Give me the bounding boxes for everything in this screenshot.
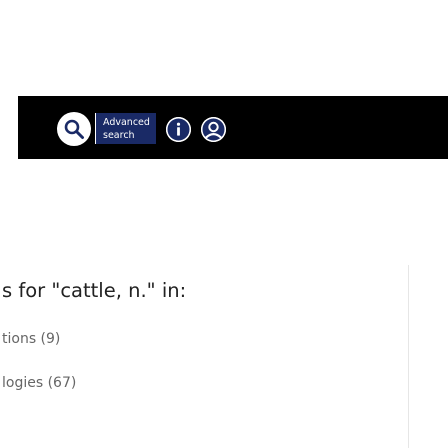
search-icon	[64, 119, 84, 139]
facet-link-2[interactable]: logies (67)	[2, 375, 76, 391]
user-account-button[interactable]	[201, 117, 226, 142]
search-button[interactable]	[57, 112, 91, 146]
info-icon	[166, 117, 191, 142]
advanced-search-line2: search	[103, 130, 135, 141]
advanced-search-line1: Advanced	[103, 117, 150, 128]
info-button[interactable]	[166, 117, 191, 142]
site-header: Advanced search	[0, 0, 448, 231]
user-icon	[201, 117, 226, 142]
facet-link-1[interactable]: tions (9)	[2, 331, 60, 347]
advanced-search-link[interactable]: Advanced search	[95, 113, 156, 144]
results-heading: s for "cattle, n." in:	[2, 279, 187, 302]
results-panel: s for "cattle, n." in: tions (9) logies …	[0, 265, 448, 448]
